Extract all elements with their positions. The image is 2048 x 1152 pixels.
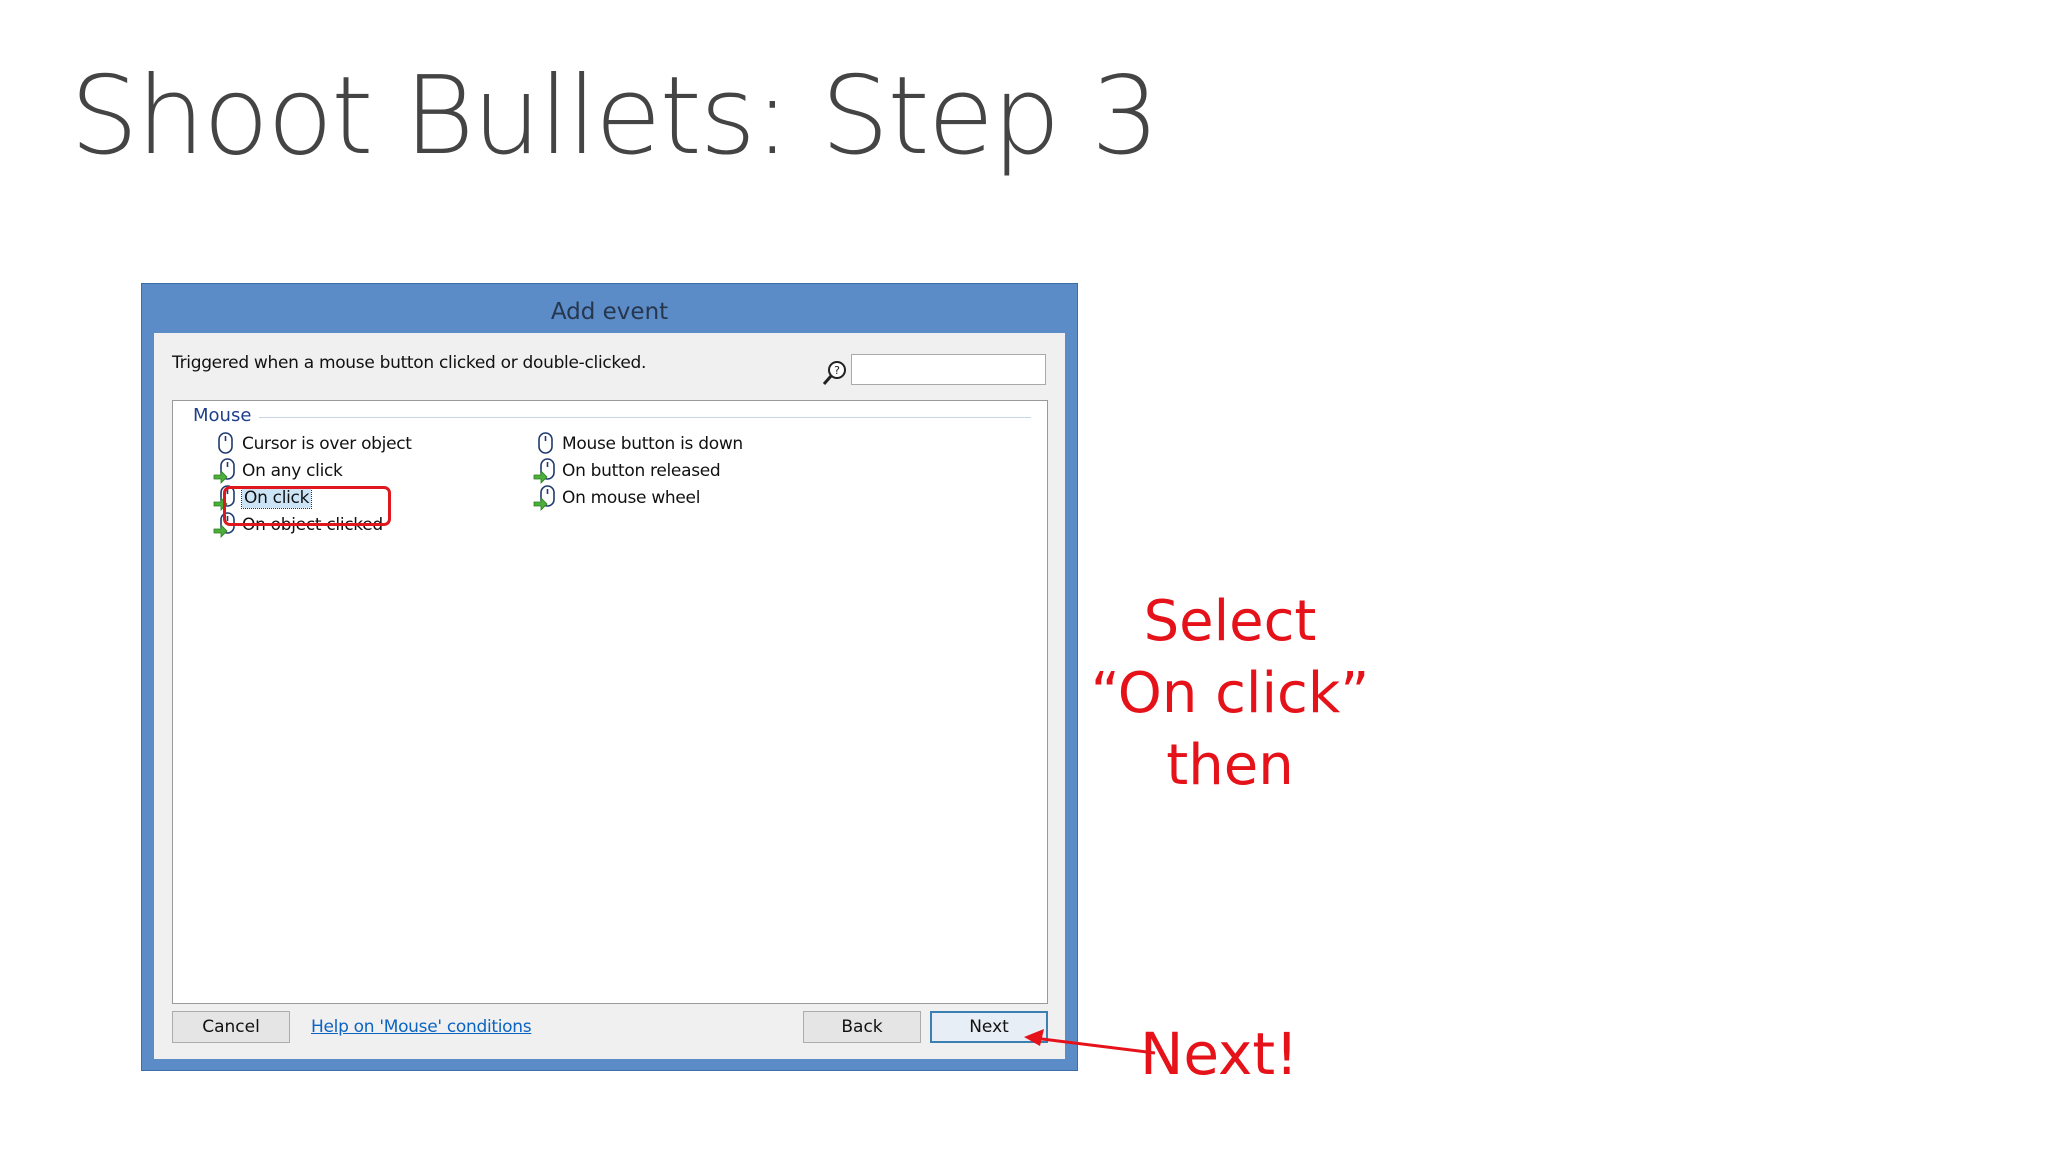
mouse-arrow-icon <box>213 458 235 484</box>
event-item-on-button-released[interactable]: On button released <box>533 458 721 484</box>
event-item-label: On any click <box>242 461 343 481</box>
mouse-arrow-icon <box>533 485 555 511</box>
group-header-mouse: Mouse <box>193 405 252 426</box>
slide-title: Shoot Bullets: Step 3 <box>70 54 1160 179</box>
back-button[interactable]: Back <box>803 1011 921 1043</box>
event-item-mouse-button-down[interactable]: Mouse button is down <box>533 431 743 457</box>
annotation-line: then <box>1166 733 1294 798</box>
annotation-highlight-box <box>223 486 391 526</box>
help-link[interactable]: Help on 'Mouse' conditions <box>311 1017 532 1037</box>
cancel-button[interactable]: Cancel <box>172 1011 290 1043</box>
mouse-icon <box>218 432 233 454</box>
event-item-label: On button released <box>562 461 721 481</box>
mouse-arrow-icon <box>533 458 555 484</box>
add-event-dialog: Add event Triggered when a mouse button … <box>141 283 1078 1071</box>
mouse-icon <box>538 432 553 454</box>
event-item-on-mouse-wheel[interactable]: On mouse wheel <box>533 485 700 511</box>
annotation-line: Select <box>1143 589 1317 654</box>
event-item-on-any-click[interactable]: On any click <box>213 458 343 484</box>
group-divider <box>259 417 1031 418</box>
search-icon[interactable]: ? <box>821 359 849 387</box>
event-description: Triggered when a mouse button clicked or… <box>172 353 647 373</box>
annotation-line: “On click” <box>1090 661 1370 726</box>
annotation-arrow-icon <box>1024 1029 1156 1055</box>
dialog-title: Add event <box>550 299 669 325</box>
annotation-next: Next! <box>1140 1020 1299 1088</box>
event-item-label: Cursor is over object <box>242 434 412 454</box>
event-item-label: Mouse button is down <box>562 434 743 454</box>
dialog-body: Triggered when a mouse button clicked or… <box>154 333 1065 1059</box>
annotation-select-instruction: Select “On click” then <box>1085 586 1375 802</box>
event-item-cursor-over-object[interactable]: Cursor is over object <box>213 431 412 457</box>
event-item-label: On mouse wheel <box>562 488 701 508</box>
search-input[interactable] <box>851 354 1046 385</box>
svg-text:?: ? <box>834 364 840 377</box>
event-list: Mouse Cursor is over object On any click <box>172 400 1048 1004</box>
